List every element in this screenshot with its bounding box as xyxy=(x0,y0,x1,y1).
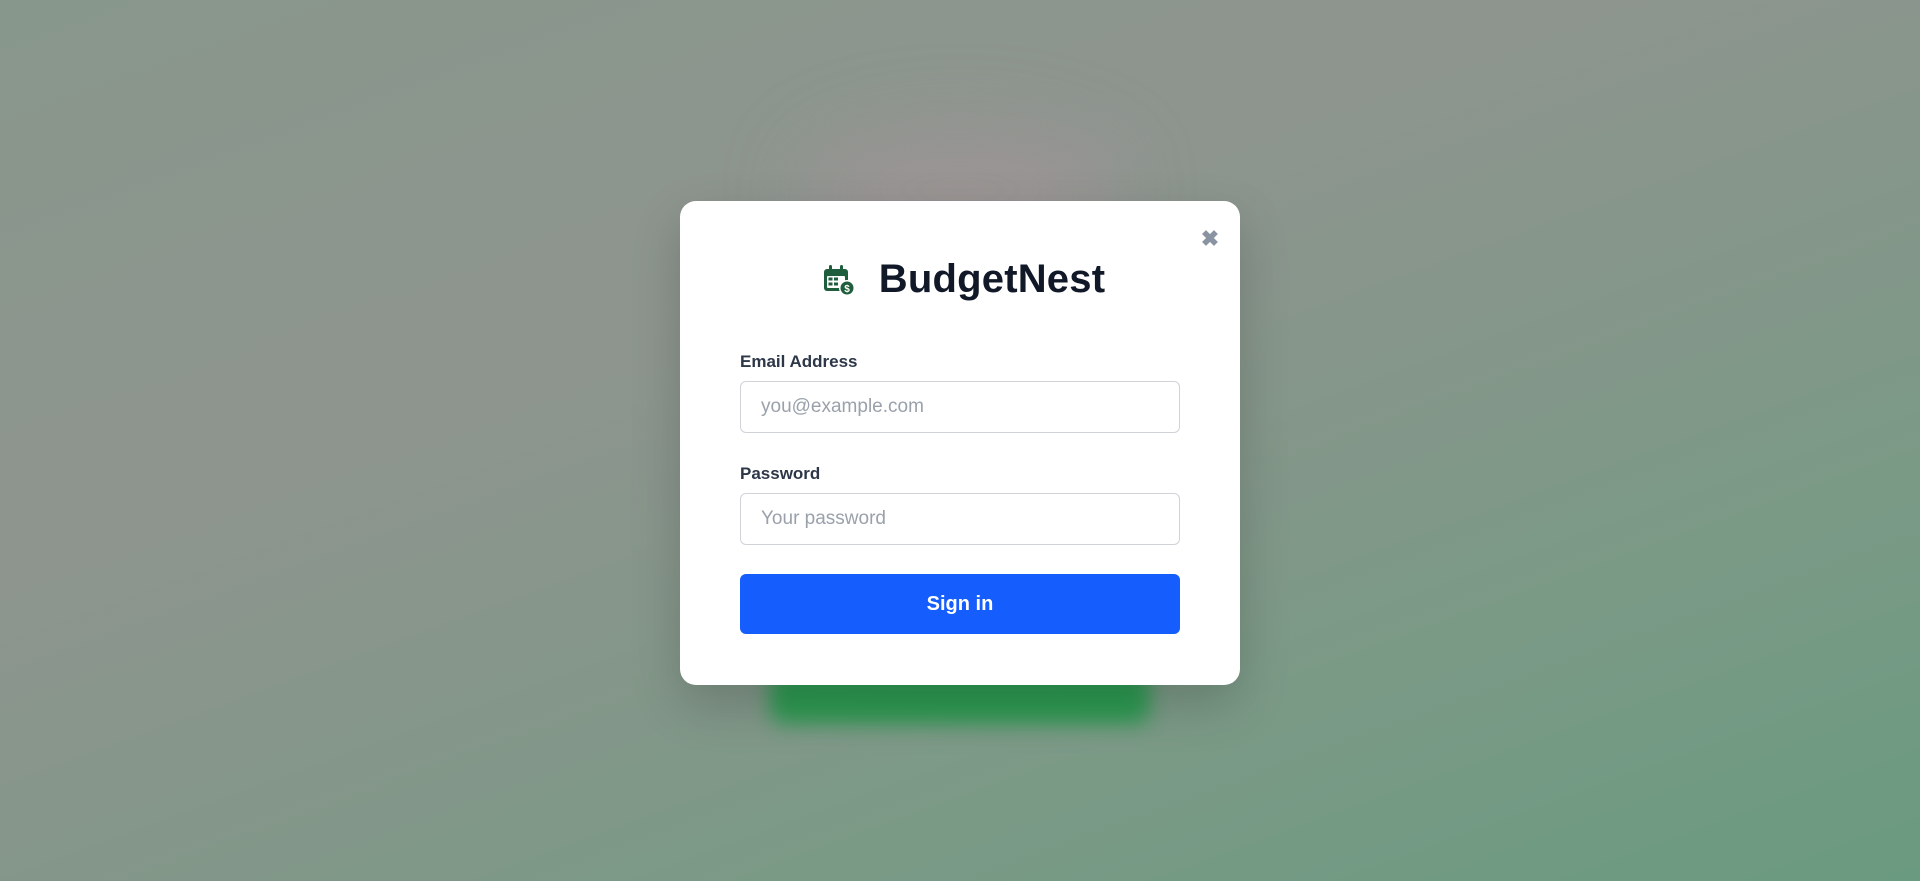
calendar-dollar-icon: $ xyxy=(821,262,857,298)
password-label: Password xyxy=(740,464,821,483)
svg-text:$: $ xyxy=(844,284,850,295)
close-icon[interactable]: ✖ xyxy=(1198,227,1222,251)
sign-in-button[interactable]: Sign in xyxy=(740,574,1180,634)
email-label: Email Address xyxy=(740,352,858,371)
sign-in-modal: ✖ $ BudgetNest Email Address Password Si… xyxy=(680,201,1240,685)
email-field[interactable] xyxy=(740,381,1180,433)
brand-header: $ BudgetNest xyxy=(680,257,1240,302)
app-name: BudgetNest xyxy=(878,257,1106,301)
password-field[interactable] xyxy=(740,493,1180,545)
